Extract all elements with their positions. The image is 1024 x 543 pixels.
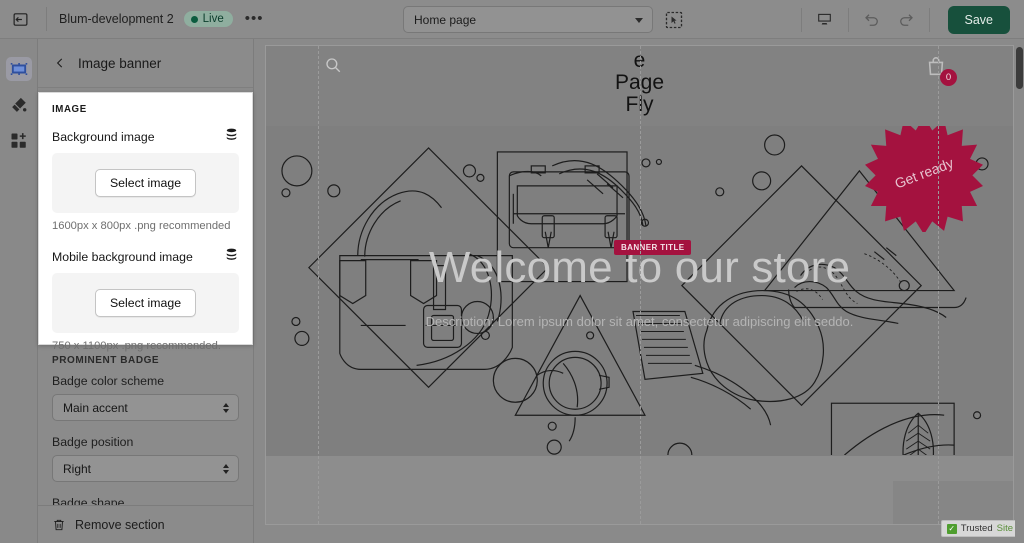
remove-section-button[interactable]: Remove section	[38, 505, 253, 543]
badge-color-scheme-select[interactable]: Main accent	[52, 394, 239, 421]
background-image-label: Background image	[52, 130, 155, 144]
page-select-value: Home page	[414, 12, 477, 27]
select-image-button-background[interactable]: Select image	[94, 169, 197, 197]
sidebar-header: Image banner	[38, 39, 253, 88]
badge-color-scheme-value: Main accent	[63, 400, 128, 415]
badge-position-select[interactable]: Right	[52, 455, 239, 482]
badge-color-scheme-label: Badge color scheme	[52, 374, 165, 388]
desktop-preview-icon[interactable]	[808, 0, 842, 39]
remove-section-label: Remove section	[75, 517, 165, 532]
storefront-header: e Page Fly 0	[266, 46, 1013, 126]
page-title: Image banner	[78, 55, 162, 71]
below-fold-area	[266, 456, 1013, 524]
shopping-bag-icon[interactable]: 0	[925, 56, 957, 86]
prominent-badge: Get ready	[865, 126, 983, 235]
image-stack-icon-mobile[interactable]	[224, 247, 239, 267]
logo-line-2: Page	[614, 71, 665, 94]
mobile-background-image-hint: 750 x 1100px .png recommended.	[52, 340, 221, 352]
cart-count-badge: 0	[940, 69, 957, 86]
logo-line-3: Fly	[625, 93, 654, 116]
stepper-chevrons-icon	[223, 402, 229, 413]
status-badge-label: Live	[202, 13, 224, 25]
banner-title-chip: BANNER TITLE	[614, 240, 692, 255]
shop-name: Blum-development 2	[59, 12, 174, 26]
trash-icon	[54, 519, 64, 530]
toolbar-divider-2	[800, 7, 802, 32]
selection-marquee-icon[interactable]	[664, 10, 684, 29]
mobile-background-image-dropzone[interactable]: Select image	[52, 273, 239, 333]
preview-scrollbar-track[interactable]	[1015, 39, 1024, 543]
mobile-background-image-row: Mobile background image	[52, 247, 239, 267]
page-selector[interactable]: Home page	[403, 6, 653, 33]
page-select[interactable]: Home page	[403, 6, 653, 33]
trustedsite-word-2: Site	[996, 523, 1013, 534]
redo-icon[interactable]	[889, 0, 923, 39]
image-section-label: IMAGE	[52, 104, 87, 115]
exit-arrow-icon[interactable]	[0, 0, 40, 39]
apps-add-icon[interactable]	[0, 123, 38, 159]
status-dot-icon	[190, 15, 198, 23]
background-image-row: Background image	[52, 127, 239, 147]
trustedsite-word-1: Trusted	[960, 523, 993, 534]
background-image-hint: 1600px x 800px .png recommended	[52, 220, 231, 232]
top-bar: Blum-development 2 Live ••• Home page Sa…	[0, 0, 1024, 39]
chevron-left-icon[interactable]	[50, 53, 70, 73]
badge-position-value: Right	[63, 461, 92, 476]
preview-scrollbar-thumb[interactable]	[1016, 47, 1023, 89]
background-image-dropzone[interactable]: Select image	[52, 153, 239, 213]
status-badge: Live	[183, 11, 233, 27]
logo-line-1: e	[633, 49, 646, 72]
paint-brush-icon[interactable]	[0, 87, 38, 123]
theme-editor-root: Blum-development 2 Live ••• Home page Sa…	[0, 0, 1024, 543]
more-options-button[interactable]: •••	[245, 11, 264, 26]
store-preview: e Page Fly 0 Welcome to our store Descri…	[255, 39, 1024, 543]
save-button[interactable]: Save	[947, 5, 1010, 34]
top-bar-right: Save	[795, 0, 1024, 39]
image-settings-popover: IMAGE Background image Select image 1600…	[38, 92, 253, 352]
chevron-down-icon	[635, 17, 643, 23]
check-icon: ✓	[946, 523, 957, 534]
toolbar-divider-4	[928, 7, 930, 32]
below-fold-block	[893, 481, 1013, 524]
trustedsite-badge[interactable]: ✓ Trusted Site	[940, 520, 1019, 537]
toolbar-divider	[46, 7, 47, 31]
sections-icon[interactable]	[0, 51, 38, 87]
badge-position-label: Badge position	[52, 435, 134, 449]
preview-page: e Page Fly 0 Welcome to our store Descri…	[265, 45, 1014, 525]
undo-icon[interactable]	[855, 0, 889, 39]
left-icon-rail	[0, 39, 38, 543]
mobile-background-image-label: Mobile background image	[52, 250, 193, 264]
toolbar-divider-3	[847, 7, 849, 32]
stepper-chevrons-icon-2	[223, 463, 229, 474]
image-banner-section[interactable]: Welcome to our store Description: Lorem …	[266, 126, 1013, 456]
select-image-button-mobile[interactable]: Select image	[94, 289, 197, 317]
image-stack-icon[interactable]	[224, 127, 239, 147]
store-logo: e Page Fly	[266, 50, 1013, 116]
